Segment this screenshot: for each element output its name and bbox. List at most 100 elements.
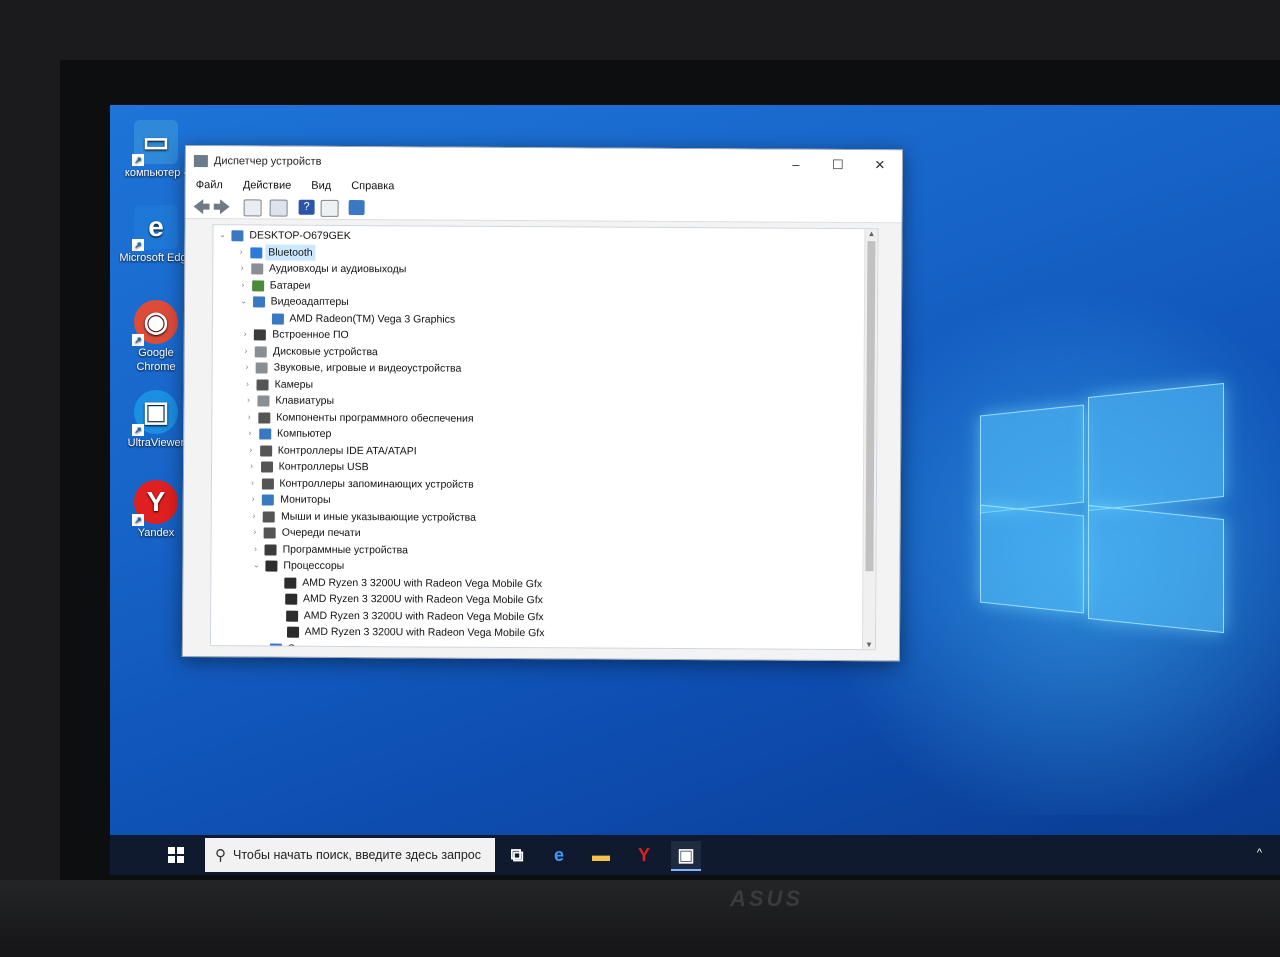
tree-item-label: Контроллеры IDE ATA/ATAPI [277,444,417,457]
mouse-icon [262,510,276,523]
shortcut-arrow-icon: ↗ [132,334,144,346]
expand-chevron-icon[interactable]: › [242,359,252,376]
title-bar[interactable]: Диспетчер устройств – ☐ ✕ [185,146,902,181]
processor-icon [284,593,298,605]
expand-chevron-icon[interactable]: › [236,244,246,261]
expand-chevron-icon[interactable]: › [247,475,257,492]
network-adapter-icon [269,643,282,651]
minimize-button[interactable]: – [776,154,816,176]
desktop-icon-label: компьютер - [124,167,188,179]
task-view-icon[interactable]: ⧉ [502,841,532,869]
expand-chevron-icon[interactable]: › [238,277,248,294]
tree-item-label: DESKTOP-O679GEK [249,229,351,243]
expand-chevron-icon[interactable]: › [255,640,265,650]
tree-item-label: Процессоры [283,559,345,572]
desktop-icon-computer[interactable]: ▭ ↗ компьютер - [118,120,194,180]
disk-icon [255,345,268,358]
expand-chevron-icon[interactable]: › [237,260,247,277]
display-adapter-icon [271,313,284,325]
expand-chevron-icon[interactable]: › [247,458,257,475]
laptop-base [0,880,1280,957]
tree-item-label: Мониторы [280,493,331,506]
tree-item-label: AMD Ryzen 3 3200U with Radeon Vega Mobil… [304,625,545,640]
asus-logo: ASUS [730,886,804,911]
maximize-button[interactable]: ☐ [818,154,858,176]
computer-icon [258,428,272,440]
ide-icon [259,444,272,457]
storage-controller-icon [261,477,274,490]
expand-chevron-icon[interactable]: › [243,376,253,393]
collapse-chevron-icon[interactable]: ⌄ [239,293,249,310]
expand-chevron-icon[interactable]: › [249,508,259,525]
expand-chevron-icon[interactable]: › [250,524,260,541]
taskbar: ⚲ Чтобы начать поиск, введите здесь запр… [110,835,1280,875]
back-icon[interactable] [194,199,210,214]
shortcut-arrow-icon: ↗ [132,239,144,251]
tree-item-label: Контроллеры USB [278,460,369,474]
monitor-icon [262,494,275,506]
tree-item-label: Камеры [274,378,314,391]
menu-view[interactable]: Вид [301,177,338,192]
expand-chevron-icon[interactable]: › [245,425,255,442]
processor-icon [286,626,299,638]
search-placeholder: Чтобы начать поиск, введите здесь запрос [233,848,481,862]
expand-chevron-icon[interactable]: › [243,392,253,409]
expand-chevron-icon[interactable]: › [248,491,258,508]
expand-chevron-icon[interactable]: › [241,343,251,360]
usb-icon [260,461,273,473]
windows-logo-wallpaper [980,380,1230,634]
bluetooth-icon [250,246,263,258]
tree-item-label: Программные устройства [282,543,409,556]
close-button[interactable]: ✕ [860,154,900,176]
view-icon[interactable] [269,199,288,217]
menu-help[interactable]: Справка [341,177,401,192]
expand-chevron-icon[interactable]: › [251,541,261,558]
expand-chevron-icon[interactable]: › [240,326,250,343]
collapse-chevron-icon[interactable]: ⌄ [251,557,261,574]
tree-item-label: Звуковые, игровые и видеоустройства [273,361,462,375]
device-manager-icon[interactable]: ▣ [671,841,701,871]
printer-icon [263,527,276,539]
expand-chevron-icon[interactable]: › [244,409,254,426]
desktop-icon-chrome[interactable]: ◉ ↗ Google Chrome [118,300,194,374]
expand-chevron-icon[interactable]: › [246,442,256,459]
desktop-icon-edge[interactable]: e ↗ Microsoft Edge [118,205,194,265]
display-adapter-icon [252,296,265,308]
menu-file[interactable]: Файл [186,176,230,191]
shortcut-arrow-icon: ↗ [132,154,144,166]
properties-icon[interactable] [243,199,262,217]
taskbar-search-box[interactable]: ⚲ Чтобы начать поиск, введите здесь запр… [205,838,495,872]
scrollbar-thumb[interactable] [865,241,876,572]
edge-icon[interactable]: e [544,841,574,869]
sound-icon [255,362,268,374]
shortcut-arrow-icon: ↗ [132,424,144,436]
details-icon[interactable] [320,199,339,217]
device-manager-icon [193,155,208,168]
camera-icon [256,378,269,391]
collapse-chevron-icon[interactable]: ⌄ [217,227,227,244]
menu-action[interactable]: Действие [233,176,298,191]
search-icon: ⚲ [215,847,226,864]
tree-item-label: Контроллеры запоминающих устройств [279,477,474,491]
file-explorer-icon[interactable]: ▬ [586,841,616,869]
software-component-icon [258,411,271,424]
chrome-icon: ◉ ↗ [132,300,178,346]
audio-io-icon [251,263,264,275]
processor-icon [284,577,297,589]
vertical-scrollbar[interactable]: ▲ ▼ [861,229,878,650]
monitor-icon[interactable] [348,200,365,216]
tree-item-label: Батареи [269,279,311,292]
tray-overflow-icon[interactable]: ^ [1257,847,1262,859]
tree-item-label: Встроенное ПО [272,328,349,342]
forward-icon[interactable] [214,199,230,214]
device-manager-window: Диспетчер устройств – ☐ ✕ Файл Действие … [181,145,903,662]
tree-item-label: Мыши и иные указывающие устройства [280,510,477,524]
tree-item-label: Bluetooth [265,243,316,261]
tree-item-label: Сетевые адаптеры [287,642,381,651]
tree-item-label: Компоненты программного обеспечения [276,411,474,425]
tree-item-label: Дисковые устройства [273,345,378,358]
start-button[interactable] [168,847,184,863]
help-icon[interactable]: ? [298,199,315,215]
yandex-icon[interactable]: Y [629,841,659,869]
processor-icon [285,610,298,622]
